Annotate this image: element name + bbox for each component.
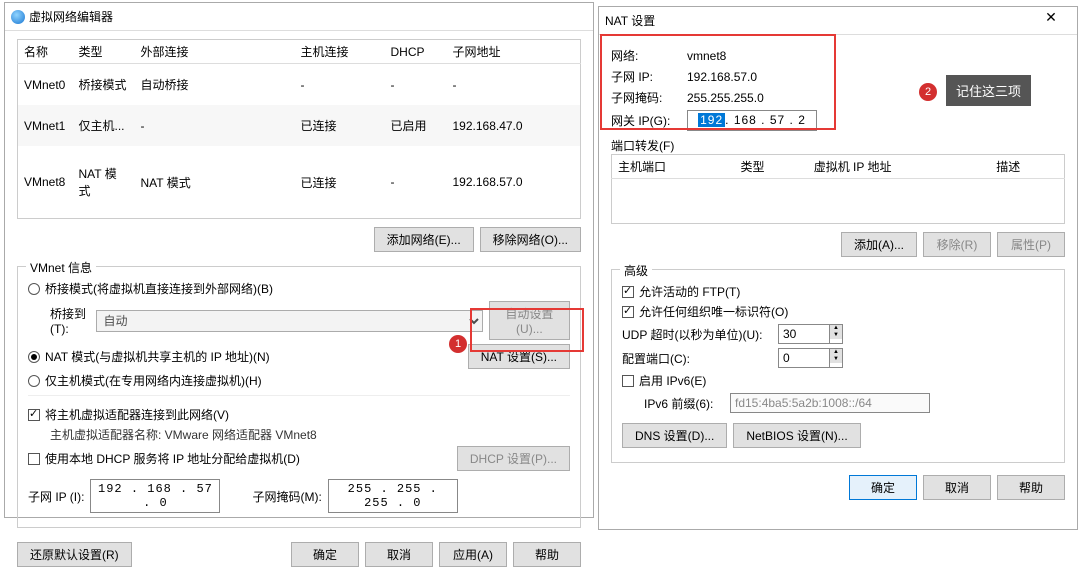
- adapter-name: 主机虚拟适配器名称: VMware 网络适配器 VMnet8: [50, 426, 570, 443]
- chk-adapter[interactable]: 将主机虚拟适配器连接到此网络(V): [28, 406, 570, 423]
- chk-dhcp[interactable]: 使用本地 DHCP 服务将 IP 地址分配给虚拟机(D) DHCP 设置(P).…: [28, 446, 570, 471]
- col-type[interactable]: 类型: [73, 40, 135, 64]
- nat-cancel-button[interactable]: 取消: [923, 475, 991, 500]
- table-row[interactable]: VMnet1仅主机...-已连接已启用192.168.47.0: [18, 105, 581, 146]
- subnet-mask-input[interactable]: 255 . 255 . 255 . 0: [328, 479, 458, 513]
- remove-network-button[interactable]: 移除网络(O)...: [480, 227, 581, 252]
- port-forward-table[interactable]: 主机端口 类型 虚拟机 IP 地址 描述: [611, 154, 1065, 224]
- subnet-ip-input[interactable]: 192 . 168 . 57 . 0: [90, 479, 220, 513]
- annotation-box-1: [470, 308, 584, 352]
- port-forward-label: 端口转发(F): [611, 137, 1065, 154]
- col-ext[interactable]: 外部连接: [135, 40, 295, 64]
- chk-ipv6[interactable]: 启用 IPv6(E): [622, 372, 1054, 389]
- add-network-button[interactable]: 添加网络(E)...: [374, 227, 474, 252]
- nat-help-button[interactable]: 帮助: [997, 475, 1065, 500]
- annotation-tooltip: 记住这三项: [946, 75, 1031, 106]
- config-port-input[interactable]: ▲▼: [778, 348, 843, 368]
- ipv6-prefix-label: IPv6 前缀(6):: [644, 395, 724, 412]
- annotation-badge-2: 2: [919, 83, 937, 101]
- pf-add-button[interactable]: 添加(A)...: [841, 232, 917, 257]
- col-sub[interactable]: 子网地址: [447, 40, 581, 64]
- annotation-badge-1: 1: [449, 335, 467, 353]
- udp-timeout-label: UDP 超时(以秒为单位)(U):: [622, 326, 772, 343]
- table-row[interactable]: VMnet0桥接模式自动桥接---: [18, 64, 581, 106]
- chk-org[interactable]: 允许任何组织唯一标识符(O): [622, 303, 1054, 320]
- dns-settings-button[interactable]: DNS 设置(D)...: [622, 423, 727, 448]
- nat-window-title: NAT 设置: [605, 12, 1031, 29]
- bridge-to-select: 自动: [96, 310, 482, 332]
- subnet-ip-label: 子网 IP (I):: [28, 488, 84, 505]
- ok-button[interactable]: 确定: [291, 542, 359, 567]
- restore-defaults-button[interactable]: 还原默认设置(R): [17, 542, 132, 567]
- window-title: 虚拟网络编辑器: [29, 8, 587, 25]
- annotation-box-2: [600, 34, 836, 130]
- radio-hostonly[interactable]: 仅主机模式(在专用网络内连接虚拟机)(H): [28, 372, 570, 389]
- vmnet-table[interactable]: 名称 类型 外部连接 主机连接 DHCP 子网地址 VMnet0桥接模式自动桥接…: [17, 39, 581, 219]
- cancel-button[interactable]: 取消: [365, 542, 433, 567]
- advanced-label: 高级: [620, 262, 652, 279]
- radio-bridge[interactable]: 桥接模式(将虚拟机直接连接到外部网络)(B): [28, 280, 570, 297]
- vmnet-info-label: VMnet 信息: [26, 259, 96, 276]
- col-dhcp[interactable]: DHCP: [385, 40, 447, 64]
- nat-ok-button[interactable]: 确定: [849, 475, 917, 500]
- dhcp-set-button: DHCP 设置(P)...: [457, 446, 570, 471]
- pf-props-button: 属性(P): [997, 232, 1065, 257]
- netbios-settings-button[interactable]: NetBIOS 设置(N)...: [733, 423, 860, 448]
- config-port-label: 配置端口(C):: [622, 350, 772, 367]
- help-button[interactable]: 帮助: [513, 542, 581, 567]
- vmware-icon: [11, 10, 25, 24]
- chk-ftp[interactable]: 允许活动的 FTP(T): [622, 283, 1054, 300]
- ipv6-prefix-input: [730, 393, 930, 413]
- col-host[interactable]: 主机连接: [295, 40, 385, 64]
- udp-timeout-input[interactable]: ▲▼: [778, 324, 843, 344]
- close-icon[interactable]: ✕: [1031, 9, 1071, 33]
- table-row[interactable]: VMnet8NAT 模式NAT 模式已连接-192.168.57.0: [18, 146, 581, 218]
- titlebar-right: NAT 设置 ✕: [599, 7, 1077, 35]
- titlebar-left: 虚拟网络编辑器: [5, 3, 593, 31]
- subnet-mask-label: 子网掩码(M):: [252, 488, 321, 505]
- apply-button[interactable]: 应用(A): [439, 542, 507, 567]
- pf-remove-button: 移除(R): [923, 232, 991, 257]
- col-name[interactable]: 名称: [18, 40, 73, 64]
- bridge-to-label: 桥接到(T):: [50, 305, 90, 336]
